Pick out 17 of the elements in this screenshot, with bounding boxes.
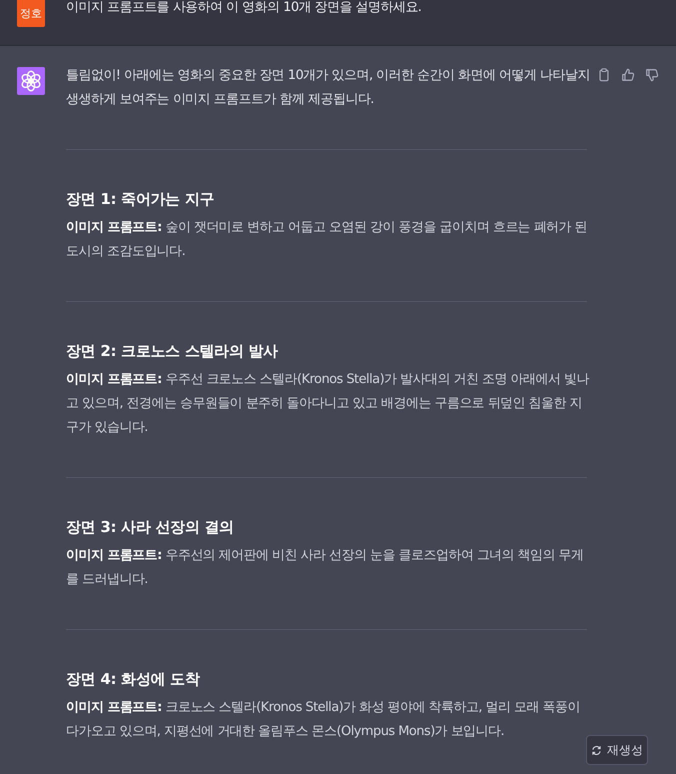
user-message-text: 이미지 프롬프트를 사용하여 이 영화의 10개 장면을 설명하세요. <box>65 0 422 17</box>
image-prompt-text: 이미지 프롬프트: 숲이 잿더미로 변하고 어둡고 오염된 강이 풍경을 굽이치며 흐르는 폐허가 된 도시의 조감도입니다. <box>66 219 588 261</box>
image-prompt-text: 이미지 프롬프트: 우주선의 제어판에 비친 사라 선장의 눈을 클로즈업하여 그녀의 책임의 무게를 드러냅니다. <box>66 547 585 589</box>
thumbs-down-icon[interactable] <box>645 68 659 82</box>
thumbs-up-icon[interactable] <box>621 68 635 82</box>
image-prompt-text: 이미지 프롬프트: 우주선 크로노스 스텔라(Kronos Stella)가 발사대의 거친 조명 아래에서 빛나고 있으며, 전경에는 승무원들이 분주히 돌아다니고 있고 배경에는 구름으로 뒤덮인 침울한 지구가 있습니다. <box>66 371 590 437</box>
assistant-intro-text: 틀림없이! 아래에는 영화의 중요한 장면 10개가 있으며, 이러한 순간이 화면에 어떻게 나타날지 생생하게 보여주는 이미지 프롬프트가 함께 제공됩니다. <box>66 67 591 109</box>
user-avatar: 정호 <box>17 0 45 27</box>
image-prompt-text: 이미지 프롬프트: 크로노스 스텔라(Kronos Stella)가 화성 평야에 착륙하고, 멀리 모래 폭풍이 다가오고 있으며, 지평선에 거대한 올림푸스 몬스(Olympus Mons)가 보입니다. <box>66 699 581 741</box>
scene-heading: 장면 2: 크로노스 스텔라의 발사 <box>66 341 278 362</box>
scene-heading: 장면 4: 화성에 도착 <box>66 669 200 690</box>
scene-heading: 장면 1: 죽어가는 지구 <box>66 189 214 210</box>
scene-heading: 장면 3: 사라 선장의 결의 <box>66 517 234 538</box>
regenerate-button[interactable]: 재생성 <box>586 735 648 765</box>
refresh-icon <box>591 744 602 756</box>
clipboard-icon[interactable] <box>597 68 611 82</box>
rosette-logo-icon <box>17 67 45 95</box>
